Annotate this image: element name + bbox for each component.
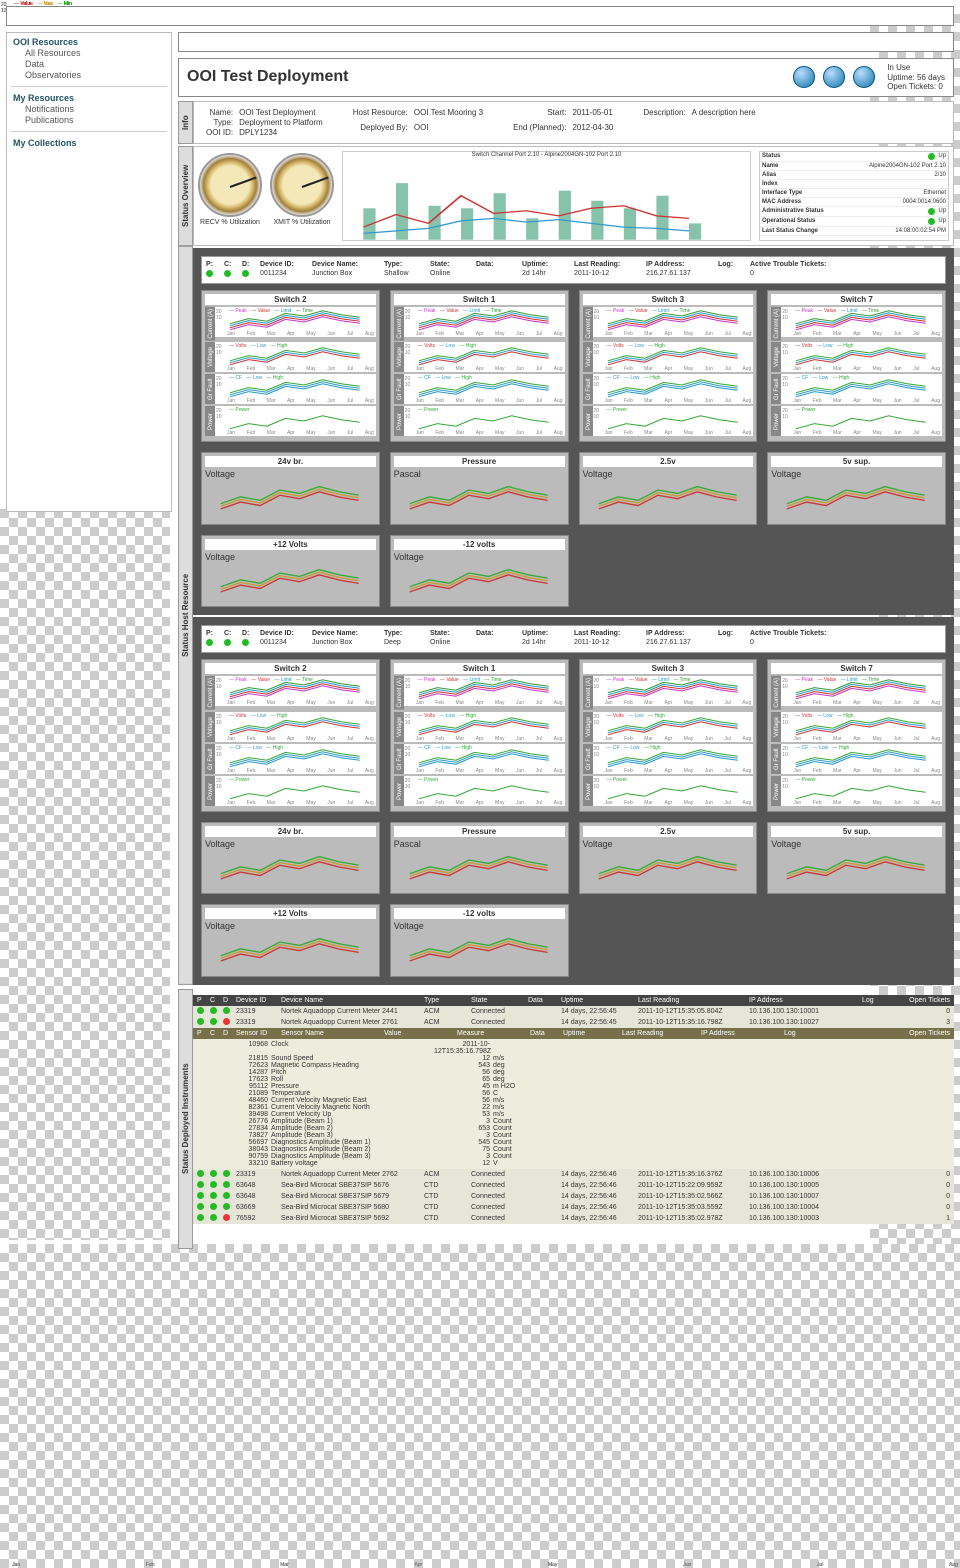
voltage-card: 2.5v Voltage— Value — Max — Min2010JanFe… — [579, 822, 758, 894]
sensor-row: 72623Magnetic Compass Heading543deg — [197, 1062, 950, 1069]
sensor-row: 38043Diagnostics Amplitude (Beam 2)75Cou… — [197, 1146, 950, 1153]
nav-my-collections[interactable]: My Collections — [13, 138, 165, 148]
status-tickets: Open Tickets: 0 — [887, 82, 945, 92]
sensor-row: 56697Diagnostics Amplitude (Beam 1)545Co… — [197, 1139, 950, 1146]
status-inuse: In Use — [887, 63, 945, 73]
host-panel: P:C:D: Device ID:Device Name:Type: State… — [193, 248, 954, 615]
switch-card: Switch 3 Current (A)— Peak — Value — Lim… — [579, 290, 758, 443]
info-deployed-label: Deployed By: — [353, 123, 408, 137]
switch-card: Switch 2 Current (A)— Peak — Value — Lim… — [201, 290, 380, 443]
voltage-card: Pressure Pascal— Value — Max — Min2010Ja… — [390, 822, 569, 894]
sensor-row: 95112Pressure45m H2O — [197, 1083, 950, 1090]
info-host-value: OOI Test Mooring 3 — [414, 108, 483, 122]
nav-my-resources[interactable]: My Resources — [13, 93, 165, 103]
sensor-row: 73827Amplitude (Beam 3)3Count — [197, 1132, 950, 1139]
instrument-row[interactable]: 23319Nortek Aquadopp Current Meter 2761A… — [193, 1017, 954, 1028]
refresh-icon[interactable] — [853, 66, 875, 88]
tab-info[interactable]: Info — [178, 101, 193, 144]
nav-ooi-resources[interactable]: OOI Resources — [13, 37, 165, 47]
gauge-xmit: XMIT % Utilization — [270, 151, 334, 241]
globe-icon[interactable] — [793, 66, 815, 88]
sensor-row: 14287Pitch56deg — [197, 1069, 950, 1076]
info-desc-value: A description here — [692, 108, 756, 137]
page-header: OOI Test Deployment In Use Uptime: 56 da… — [178, 58, 954, 97]
nav-data[interactable]: Data — [25, 59, 165, 69]
instrument-row[interactable]: 63648Sea-Bird Microcat SBE37SIP 5679CTDC… — [193, 1191, 954, 1202]
info-type-label: Type: — [206, 118, 233, 127]
instruments-panel: PCD Device IDDevice NameType StateDataUp… — [193, 995, 954, 1249]
instrument-row[interactable]: 63669Sea-Bird Microcat SBE37SIP 5680CTDC… — [193, 1202, 954, 1213]
info-host-label: Host Resource: — [353, 108, 408, 122]
info-desc-label: Description: — [643, 108, 685, 137]
instrument-row[interactable]: 63648Sea-Bird Microcat SBE37SIP 5676CTDC… — [193, 1180, 954, 1191]
status-overview-panel: RECV % Utilization XMIT % Utilization Sw… — [193, 146, 954, 246]
tab-status-overview[interactable]: Status Overview — [178, 146, 193, 246]
info-panel: Name: OOI Test Deployment Type: Deployment… — [193, 101, 954, 144]
nav-publications[interactable]: Publications — [25, 115, 165, 125]
sensor-row: 39498Current Velocity Up53m/s — [197, 1111, 950, 1118]
voltage-card: -12 volts Voltage— Value — Max — Min2010… — [390, 904, 569, 976]
sensor-row: 27834Amplitude (Beam 2)653Count — [197, 1125, 950, 1132]
switch-card: Switch 3 Current (A)— Peak — Value — Lim… — [579, 659, 758, 812]
voltage-card: +12 Volts Voltage— Value — Max — Min2010… — [201, 904, 380, 976]
info-end-value: 2012-04-30 — [572, 123, 613, 137]
switch-card: Switch 1 Current (A)— Peak — Value — Lim… — [390, 290, 569, 443]
tab-deployed-instruments[interactable]: Status Deployed Instruments — [178, 989, 193, 1249]
switch-card: Switch 7 Current (A)— Peak — Value — Lim… — [767, 290, 946, 443]
voltage-card: -12 volts Voltage— Value — Max — Min2010… — [390, 535, 569, 607]
host-header: P:C:D: Device ID:Device Name:Type: State… — [201, 625, 946, 653]
sensor-row: 21815Sound Speed12m/s — [197, 1055, 950, 1062]
voltage-card: 5v sup. Voltage— Value — Max — Min2010Ja… — [767, 822, 946, 894]
sensor-row: 90759Diagnostics Amplitude (Beam 3)3Coun… — [197, 1153, 950, 1160]
tab-status-host[interactable]: Status Host Resource — [178, 246, 193, 985]
sensor-row: 33210Battery voltage12V — [197, 1160, 950, 1167]
top-banner — [6, 6, 954, 26]
switch-card: Switch 2 Current (A)— Peak — Value — Lim… — [201, 659, 380, 812]
gauge-recv: RECV % Utilization — [198, 151, 262, 241]
switch-card: Switch 1 Current (A)— Peak — Value — Lim… — [390, 659, 569, 812]
voltage-card: 2.5v Voltage— Value — Max — Min2010JanFe… — [579, 452, 758, 524]
sensor-row: 21089Temperature56C — [197, 1090, 950, 1097]
instrument-row[interactable]: 76592Sea-Bird Microcat SBE37SIP 5692CTDC… — [193, 1213, 954, 1224]
info-ooiid-label: OOI ID: — [206, 128, 233, 137]
status-uptime: Uptime: 56 days — [887, 73, 945, 83]
nav-observatories[interactable]: Observatories — [25, 70, 165, 80]
voltage-card: 24v br. Voltage— Value — Max — Min2010Ja… — [201, 822, 380, 894]
instrument-row[interactable]: 23319Nortek Aquadopp Current Meter 2441A… — [193, 1006, 954, 1017]
sensor-row: 17623Roll65deg — [197, 1076, 950, 1083]
instrument-row[interactable]: 23319Nortek Aquadopp Current Meter 2762A… — [193, 1169, 954, 1180]
title-banner — [178, 32, 954, 52]
voltage-card: 24v br. Voltage— Value — Max — Min2010Ja… — [201, 452, 380, 524]
info-end-label: End (Planned): — [513, 123, 566, 137]
info-name-label: Name: — [206, 108, 233, 117]
sidebar: OOI Resources All Resources Data Observa… — [6, 32, 172, 512]
voltage-card: +12 Volts Voltage— Value — Max — Min2010… — [201, 535, 380, 607]
nav-notifications[interactable]: Notifications — [25, 104, 165, 114]
status-table: StatusUp NameAlpine2004GN-102 Port 2.10 … — [759, 151, 949, 241]
instruments-header: PCD Device IDDevice NameType StateDataUp… — [193, 995, 954, 1006]
voltage-card: 5v sup. Voltage— Value — Max — Min2010Ja… — [767, 452, 946, 524]
help-icon[interactable] — [823, 66, 845, 88]
sensor-row: 10968Clock2011-10-12T15:35:16.798Z — [197, 1041, 950, 1055]
page-title: OOI Test Deployment — [187, 68, 793, 86]
info-start-label: Start: — [513, 108, 566, 122]
host-header: P:C:D: Device ID:Device Name:Type: State… — [201, 256, 946, 284]
host-panel: P:C:D: Device ID:Device Name:Type: State… — [193, 617, 954, 984]
switch-card: Switch 7 Current (A)— Peak — Value — Lim… — [767, 659, 946, 812]
info-ooiid-value: DPLY1234 — [239, 128, 323, 137]
sensor-row: 82361Current Velocity Magnetic North22m/… — [197, 1104, 950, 1111]
nav-all-resources[interactable]: All Resources — [25, 48, 165, 58]
info-type-value: Deployment to Platform — [239, 118, 323, 127]
sensor-row: 48460Current Velocity Magnetic East56m/s — [197, 1097, 950, 1104]
voltage-card: Pressure Pascal— Value — Max — Min2010Ja… — [390, 452, 569, 524]
info-deployed-value: OOI — [414, 123, 483, 137]
sensor-row: 26776Amplitude (Beam 1)3Count — [197, 1118, 950, 1125]
sensors-header: PCD Sensor IDSensor NameValue MeasureDat… — [193, 1028, 954, 1039]
info-start-value: 2011-05-01 — [572, 108, 613, 122]
info-name-value: OOI Test Deployment — [239, 108, 323, 117]
overview-chart: Switch Channel Port 2.10 - Alpine2004GN-… — [342, 151, 751, 241]
